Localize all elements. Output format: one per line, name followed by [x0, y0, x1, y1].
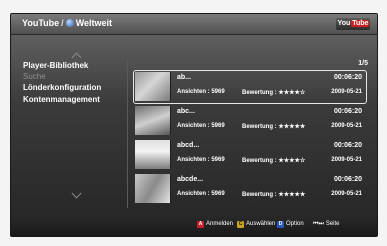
video-thumbnail [135, 140, 171, 169]
globe-icon [65, 19, 74, 27]
sidebar-item-country-config[interactable]: Lönderkonfiguration [23, 83, 101, 92]
hint-login[interactable]: A Anmelden [197, 221, 233, 228]
video-duration: 00:06:20 [333, 142, 362, 149]
video-views: Ansichten : 5969 [177, 191, 225, 197]
video-views: Ansichten : 5969 [177, 89, 225, 95]
video-row[interactable]: abc... 00:06:20 Ansichten : 5969 Bewertu… [133, 104, 367, 138]
red-key-icon: A [197, 221, 204, 228]
divider [127, 60, 128, 208]
app-name: YouTube [22, 18, 60, 28]
video-date: 2009-05-21 [331, 89, 362, 95]
sidebar-item-player-library[interactable]: Player-Bibliothek [23, 61, 88, 70]
hint-select[interactable]: C Auswählen [237, 221, 275, 228]
video-views: Ansichten : 5969 [177, 157, 225, 163]
video-row[interactable]: ab... 00:06:20 Ansichten : 5969 Bewertun… [133, 70, 367, 104]
sidebar-item-account-management[interactable]: Kontenmanagement [23, 95, 100, 104]
title-bar: YouTube / Weltweit You Tube [11, 14, 377, 35]
sidebar-item-search[interactable]: Suche [23, 72, 46, 81]
video-views: Ansichten : 5969 [177, 123, 225, 129]
page-indicator: 1/5 [358, 60, 368, 67]
video-date: 2009-05-21 [331, 191, 362, 197]
video-thumbnail [135, 72, 171, 101]
rating-empty-star: ☆ [299, 158, 306, 164]
rating-stars: ★★★★ [278, 158, 300, 164]
rating-stars: ★★★★ [278, 90, 300, 96]
video-duration: 00:06:20 [333, 176, 362, 183]
breadcrumb-separator: / [61, 18, 64, 28]
hint-page[interactable]: ⏮⏭ Seite [313, 221, 340, 228]
footer-hints: A Anmelden C Auswählen D Option ⏮⏭ Seite [11, 214, 377, 236]
hint-label: Seite [325, 221, 340, 227]
video-title: abcd... [177, 142, 200, 149]
video-row[interactable]: abcde... 00:06:20 Ansichten : 5969 Bewer… [133, 172, 367, 206]
hint-label: Option [286, 221, 304, 227]
youtube-logo: You Tube [336, 18, 370, 30]
hint-option[interactable]: D Option [277, 221, 304, 228]
hint-label: Anmelden [206, 221, 234, 227]
video-rating: Bewertung : ★★★★★ [242, 191, 305, 198]
video-duration: 00:06:20 [333, 108, 362, 115]
video-rating: Bewertung : ★★★★☆ [242, 89, 305, 96]
video-thumbnail [135, 106, 171, 135]
video-title: abcde... [177, 176, 204, 183]
logo-text-tube: Tube [351, 20, 370, 27]
video-thumbnail [135, 174, 171, 203]
video-date: 2009-05-21 [331, 157, 362, 163]
rating-label: Bewertung : [242, 158, 277, 164]
video-title: abc... [177, 108, 195, 115]
hint-label: Auswählen [246, 221, 276, 227]
breadcrumb: YouTube / Weltweit [22, 18, 112, 28]
rating-label: Bewertung : [242, 90, 277, 96]
scroll-down-icon[interactable] [71, 188, 82, 199]
video-duration: 00:06:20 [333, 74, 362, 81]
skip-icon: ⏮⏭ [313, 221, 324, 227]
rating-stars: ★★★★★ [278, 124, 306, 130]
rating-label: Bewertung : [242, 124, 277, 130]
video-rating: Bewertung : ★★★★★ [242, 123, 305, 130]
rating-stars: ★★★★★ [278, 192, 306, 198]
yellow-key-icon: C [237, 221, 244, 228]
video-row[interactable]: abcd... 00:06:20 Ansichten : 5969 Bewert… [133, 138, 367, 172]
video-date: 2009-05-21 [331, 123, 362, 129]
tv-screen: YouTube / Weltweit You Tube Player-Biblioth… [10, 13, 378, 237]
blue-key-icon: D [277, 221, 284, 228]
rating-label: Bewertung : [242, 192, 277, 198]
logo-text-you: You [337, 20, 351, 27]
video-title: ab... [177, 74, 192, 81]
sidebar: Player-Bibliothek Suche Lönderkonfigurat… [11, 34, 129, 214]
video-rating: Bewertung : ★★★★☆ [242, 157, 305, 164]
region-label: Weltweit [75, 18, 113, 28]
rating-empty-star: ☆ [299, 90, 306, 96]
